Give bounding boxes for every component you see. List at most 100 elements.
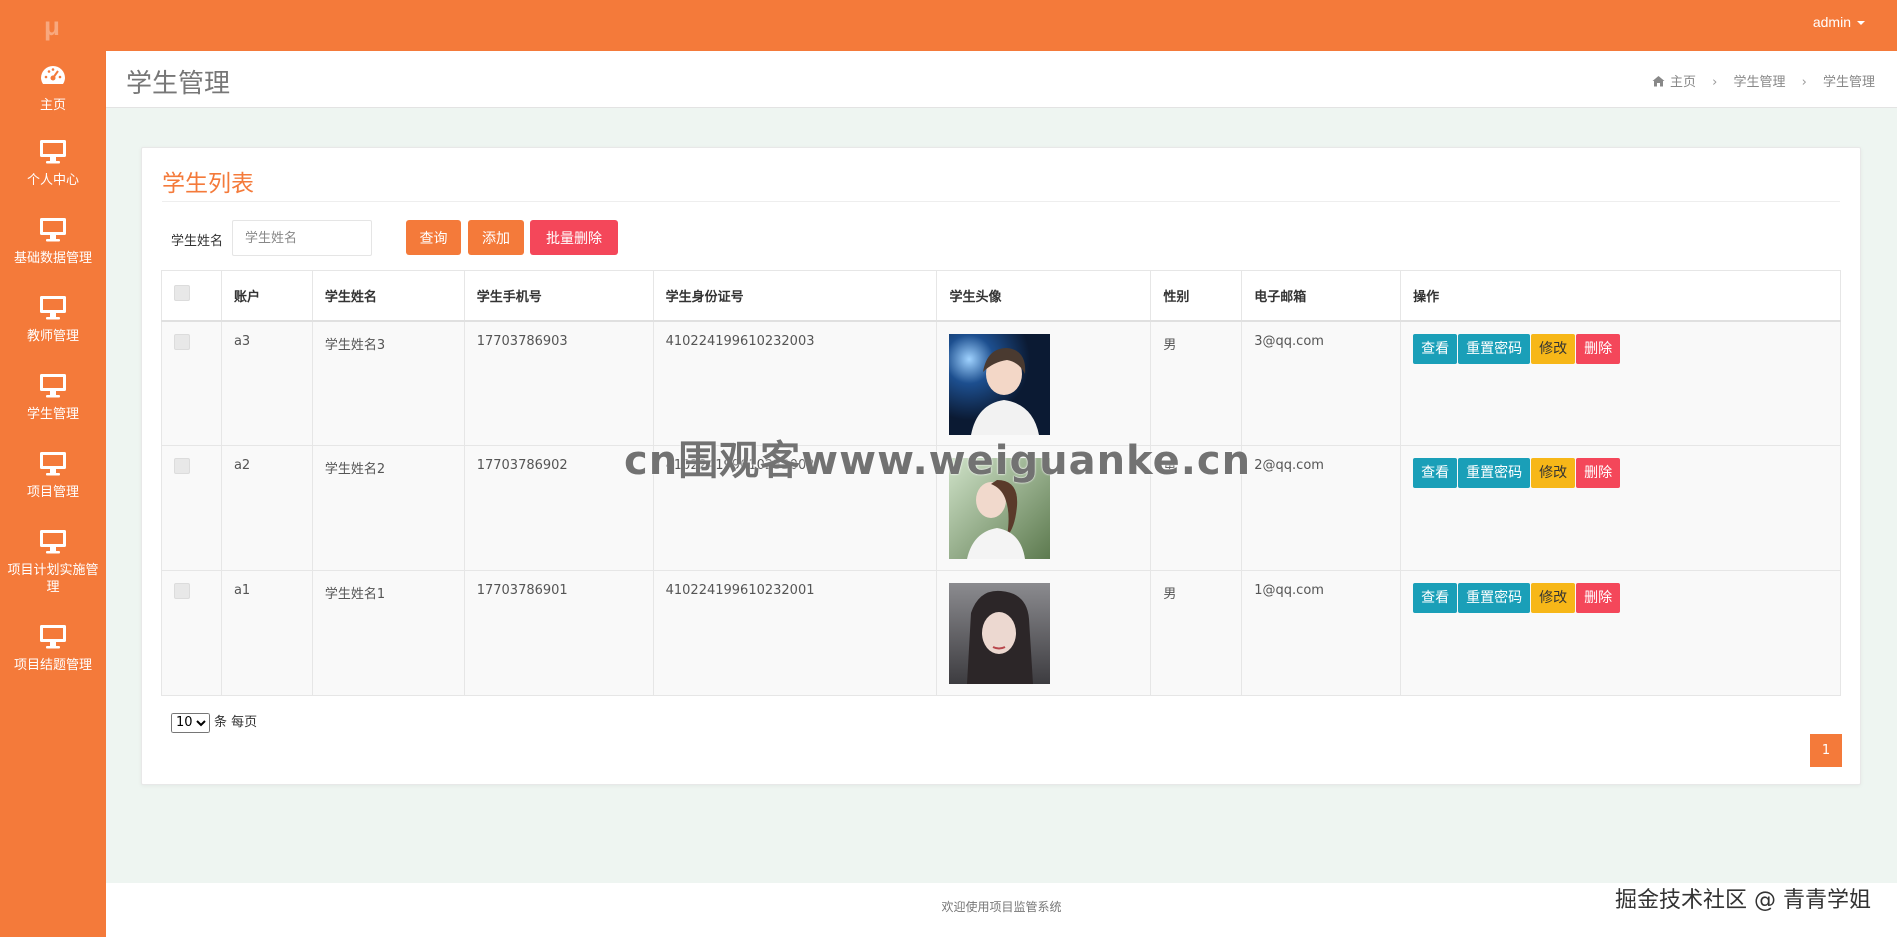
page-size-control: 10 条 每页 [171,711,257,733]
gender-cell: 男 [1150,570,1243,696]
view-button[interactable]: 查看 [1413,333,1458,364]
sidebar-item-label: 基础数据管理 [13,251,92,266]
batch-delete-button[interactable]: 批量删除 [530,220,618,255]
account-cell: a2 [220,445,313,571]
add-button[interactable]: 添加 [468,220,524,255]
watermark-center: cn围观客www.weiguanke.cn [624,438,1252,484]
dashboard-icon [41,66,65,84]
sidebar-item-profile[interactable]: 个人中心 [0,137,106,189]
view-button[interactable]: 查看 [1413,583,1458,613]
breadcrumb-section[interactable]: 学生管理 [1733,75,1785,90]
id-number-cell: 410224199610232003 [652,320,938,446]
pagination-page-1[interactable]: 1 [1810,734,1842,767]
monitor-icon [40,530,66,554]
sidebar-item-label: 学生管理 [26,407,79,422]
row-checkbox[interactable] [174,333,190,350]
watermark-bottom-right: 掘金技术社区 @ 青青学姐 [1615,888,1871,913]
reset-password-button[interactable]: 重置密码 [1458,333,1531,364]
sidebar-item-basic-data[interactable]: 基础数据管理 [0,215,106,267]
sidebar-item-projects[interactable]: 项目管理 [0,449,106,501]
app-logo: μ [44,11,60,41]
account-cell: a1 [220,570,313,696]
sidebar-item-project-plans[interactable]: 项目计划实施管理 [0,527,106,596]
edit-button[interactable]: 修改 [1531,333,1576,364]
row-checkbox[interactable] [174,458,190,474]
actions-cell: 查看 重置密码 修改 删除 [1400,445,1841,571]
column-header: 电子邮箱 [1241,270,1402,322]
delete-button[interactable]: 删除 [1576,333,1621,364]
student-avatar[interactable] [949,333,1051,435]
monitor-icon [40,374,66,398]
edit-button[interactable]: 修改 [1531,458,1576,488]
sidebar-item-label: 教师管理 [26,329,79,344]
name-cell: 学生姓名3 [311,320,465,446]
chevron-down-icon [1857,21,1865,26]
column-header: 学生头像 [936,270,1152,322]
reset-password-button[interactable]: 重置密码 [1458,458,1531,488]
account-cell: a3 [220,320,313,446]
sidebar-item-label: 主页 [39,98,66,113]
email-cell: 1@qq.com [1241,570,1402,696]
table-row: a1 学生姓名1 17703786901 410224199610232001 … [161,570,1841,696]
sidebar: 主页 个人中心 基础数据管理 教师管理 学生管理 项目管理 项目计划实施管理 项… [0,51,106,937]
sidebar-item-teachers[interactable]: 教师管理 [0,293,106,345]
gender-cell: 男 [1150,320,1243,446]
sidebar-item-label: 项目管理 [26,485,79,500]
email-cell: 3@qq.com [1241,320,1402,446]
panel-title: 学生列表 [162,171,254,197]
sidebar-item-project-closure[interactable]: 项目结题管理 [0,622,106,674]
monitor-icon [40,218,66,242]
column-header: 学生手机号 [463,270,654,322]
sidebar-item-students[interactable]: 学生管理 [0,371,106,423]
page-header: 学生管理 主页 › 学生管理 › 学生管理 [106,51,1897,108]
edit-button[interactable]: 修改 [1531,583,1576,613]
divider [162,201,1840,202]
page-title: 学生管理 [126,69,231,99]
user-menu[interactable]: admin [1813,14,1865,30]
sidebar-item-label: 个人中心 [26,173,79,188]
select-all-checkbox[interactable] [174,285,190,302]
student-avatar[interactable] [949,583,1051,684]
select-all-cell [161,270,222,322]
breadcrumb-separator: › [1801,75,1807,90]
view-button[interactable]: 查看 [1413,458,1458,488]
breadcrumb: 主页 › 学生管理 › 学生管理 [1652,71,1875,90]
column-header: 操作 [1400,270,1841,322]
sidebar-item-label: 项目计划实施管理 [7,563,99,595]
delete-button[interactable]: 删除 [1576,583,1621,613]
top-navbar: μ admin [0,0,1897,51]
search-label: 学生姓名 [171,234,224,249]
actions-cell: 查看 重置密码 修改 删除 [1400,570,1841,696]
delete-button[interactable]: 删除 [1576,458,1621,488]
column-header: 账户 [220,270,313,322]
row-checkbox[interactable] [174,583,190,599]
table-header-row: 账户 学生姓名 学生手机号 学生身份证号 学生头像 性别 电子邮箱 操作 [161,270,1841,322]
monitor-icon [40,625,66,649]
email-cell: 2@qq.com [1241,445,1402,571]
name-cell: 学生姓名1 [311,570,465,696]
column-header: 性别 [1150,270,1243,322]
phone-cell: 17703786901 [463,570,654,696]
page-size-select[interactable]: 10 [171,712,210,733]
username-label: admin [1812,14,1851,30]
phone-cell: 17703786903 [463,320,654,446]
breadcrumb-current: 学生管理 [1822,75,1875,90]
student-name-search-input[interactable] [232,220,372,256]
home-icon [1652,76,1665,87]
monitor-icon [40,140,66,164]
page-size-suffix: 条 每页 [214,715,258,730]
actions-cell: 查看 重置密码 修改 删除 [1400,320,1841,446]
monitor-icon [40,296,66,320]
sidebar-item-label: 项目结题管理 [13,658,92,673]
name-cell: 学生姓名2 [311,445,465,571]
query-button[interactable]: 查询 [406,220,461,255]
column-header: 学生姓名 [311,270,465,322]
table-row: a3 学生姓名3 17703786903 410224199610232003 … [161,320,1841,446]
column-header: 学生身份证号 [652,270,938,322]
sidebar-item-home[interactable]: 主页 [0,62,106,114]
monitor-icon [40,452,66,476]
breadcrumb-separator: › [1712,75,1718,90]
reset-password-button[interactable]: 重置密码 [1458,583,1531,613]
breadcrumb-home[interactable]: 主页 [1670,75,1696,90]
id-number-cell: 410224199610232001 [652,570,938,696]
